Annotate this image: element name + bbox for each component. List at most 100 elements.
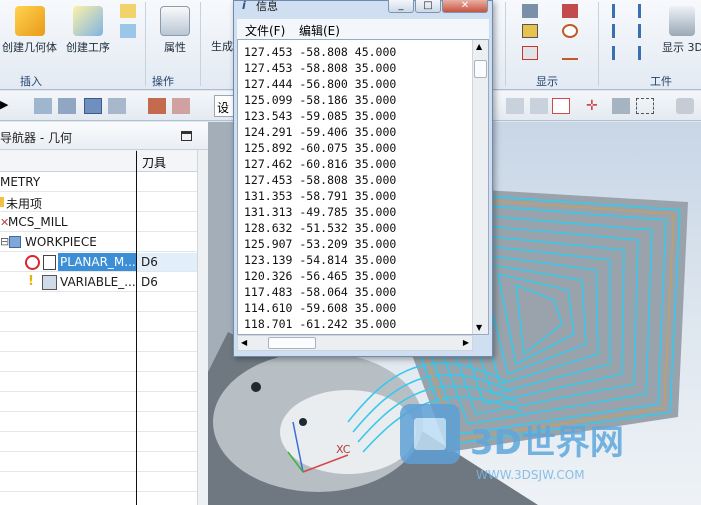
- snap-point-icon[interactable]: ✛: [586, 98, 604, 114]
- scroll-right-icon[interactable]: ▶: [463, 338, 469, 347]
- watermark-url: WWW.3DSJW.COM: [476, 468, 585, 482]
- tree-row-empty: [0, 472, 197, 492]
- machine-tool-icon[interactable]: [58, 98, 76, 114]
- info-line: 127.462 -60.816 35.000: [244, 157, 397, 171]
- display-circle-icon[interactable]: [562, 24, 578, 38]
- navigator-scrollbar[interactable]: [197, 150, 208, 505]
- box-select-icon[interactable]: [636, 98, 654, 114]
- info-title-bar[interactable]: i 信息 _ □ ✕: [234, 0, 492, 18]
- info-line: 120.326 -56.465 35.000: [244, 269, 397, 283]
- navigator-header: 导航器 - 几何: [0, 122, 208, 150]
- tree-row-empty: [0, 432, 197, 452]
- show-3d-button[interactable]: 显示 3D: [662, 6, 701, 55]
- scroll-up-icon[interactable]: ▲: [476, 42, 482, 51]
- column-tool-header[interactable]: 刀具: [142, 154, 166, 171]
- create-operation-button[interactable]: 创建工序: [66, 6, 110, 55]
- menu-file[interactable]: 文件(F): [245, 22, 285, 39]
- scroll-down-icon[interactable]: ▼: [476, 323, 482, 332]
- info-line: 125.099 -58.186 35.000: [244, 93, 397, 107]
- generate-button[interactable]: 生成: [211, 38, 233, 54]
- tree-row-unused[interactable]: 未用项: [0, 192, 197, 212]
- info-line: 125.892 -60.075 35.000: [244, 141, 397, 155]
- navigator-column-header: 刀具: [0, 150, 208, 172]
- tool-flag-icon[interactable]: [612, 46, 628, 60]
- maximize-icon[interactable]: [181, 131, 192, 141]
- info-line: 131.313 -49.785 35.000: [244, 205, 397, 219]
- tool-flag-icon[interactable]: [638, 24, 654, 38]
- ribbon-separator: [145, 2, 146, 86]
- create-tool-icon[interactable]: [120, 4, 136, 18]
- select-filter-icon[interactable]: [552, 98, 570, 114]
- tree-row-empty: [0, 412, 197, 432]
- tree-row-empty: [0, 452, 197, 472]
- display-toolpath-icon[interactable]: [522, 24, 538, 38]
- snap-icon[interactable]: [530, 98, 548, 114]
- tree-row-variable[interactable]: ! VARIABLE_... D6: [0, 272, 197, 292]
- watermark-logo-inner: [414, 418, 446, 450]
- axis-label-xc: XC: [336, 443, 351, 456]
- tree-row-geometry[interactable]: METRY: [0, 172, 197, 192]
- info-text-area[interactable]: 127.453 -58.808 45.000 127.453 -58.808 3…: [237, 39, 489, 335]
- tool-flag-icon[interactable]: [638, 46, 654, 60]
- setting-dropdown[interactable]: 设: [214, 95, 234, 117]
- scroll-thumb[interactable]: [268, 337, 316, 349]
- group-operation-label: 操作: [152, 75, 174, 88]
- info-line: 114.610 -59.608 35.000: [244, 301, 397, 315]
- info-line: 131.353 -58.791 35.000: [244, 189, 397, 203]
- tree-row-mcs-mill[interactable]: ✕ MCS_MILL: [0, 212, 197, 232]
- create-geometry-button[interactable]: 创建几何体: [2, 6, 57, 55]
- info-horizontal-scrollbar[interactable]: ◀ ▶: [237, 335, 473, 351]
- tree-row-planar-mill[interactable]: PLANAR_M... D6: [0, 252, 197, 272]
- tree-row-empty: [0, 312, 197, 332]
- hole: [299, 418, 307, 426]
- group-insert-label: 插入: [20, 75, 42, 88]
- info-line: 123.139 -54.814 35.000: [244, 253, 397, 267]
- menu-edit[interactable]: 编辑(E): [299, 22, 340, 39]
- tree-row-empty: [0, 332, 197, 352]
- info-menu-bar: 文件(F) 编辑(E): [237, 19, 489, 39]
- tool-flag-icon[interactable]: [612, 24, 628, 38]
- dropdown-arrow-icon[interactable]: ▶: [0, 98, 18, 114]
- folder-icon: [0, 197, 4, 207]
- info-line: 127.453 -58.808 45.000: [244, 45, 397, 59]
- display-edit-icon[interactable]: [522, 4, 538, 18]
- info-title: 信息: [256, 0, 278, 13]
- display-cut-icon[interactable]: [522, 46, 538, 60]
- info-line: 118.701 -61.242 35.000: [244, 317, 397, 331]
- maximize-button[interactable]: □: [415, 0, 441, 13]
- eraser-icon[interactable]: [676, 98, 694, 114]
- variable-contour-icon: [42, 275, 57, 290]
- program-order-icon[interactable]: [34, 98, 52, 114]
- generate-toolpath-icon[interactable]: [148, 98, 166, 114]
- tree-row-empty: [0, 352, 197, 372]
- method-view-icon[interactable]: [108, 98, 126, 114]
- minimize-button[interactable]: _: [388, 0, 414, 13]
- tree-row-workpiece[interactable]: ⊟ WORKPIECE: [0, 232, 197, 252]
- tree-row-empty: [0, 292, 197, 312]
- ribbon-separator: [200, 2, 201, 86]
- collapse-icon[interactable]: ⊟: [0, 235, 9, 248]
- display-region-icon[interactable]: [562, 4, 578, 18]
- tool-flag-icon[interactable]: [612, 4, 628, 18]
- info-line: 125.907 -53.209 35.000: [244, 237, 397, 251]
- info-line: 127.453 -58.808 35.000: [244, 173, 397, 187]
- information-window[interactable]: i 信息 _ □ ✕ 文件(F) 编辑(E) 127.453 -58.808 4…: [233, 0, 493, 357]
- info-icon: i: [242, 0, 246, 12]
- scroll-left-icon[interactable]: ◀: [241, 338, 247, 347]
- view-icon[interactable]: [612, 98, 630, 114]
- tool-flag-icon[interactable]: [638, 4, 654, 18]
- planar-mill-icon: [43, 255, 56, 270]
- info-line: 128.632 -51.532 35.000: [244, 221, 397, 235]
- geometry-view-icon[interactable]: [84, 98, 102, 114]
- create-method-icon[interactable]: [120, 24, 136, 38]
- snap-icon[interactable]: [506, 98, 524, 114]
- close-button[interactable]: ✕: [442, 0, 488, 13]
- group-tools-label: 工件: [650, 75, 672, 88]
- scroll-thumb[interactable]: [474, 60, 487, 78]
- verify-icon[interactable]: [172, 98, 190, 114]
- info-vertical-scrollbar[interactable]: ▲ ▼: [472, 40, 488, 334]
- properties-button[interactable]: 属性: [160, 6, 190, 55]
- display-curve-icon[interactable]: [562, 46, 578, 60]
- prohibited-icon: [25, 255, 40, 270]
- info-line: 124.291 -59.406 35.000: [244, 125, 397, 139]
